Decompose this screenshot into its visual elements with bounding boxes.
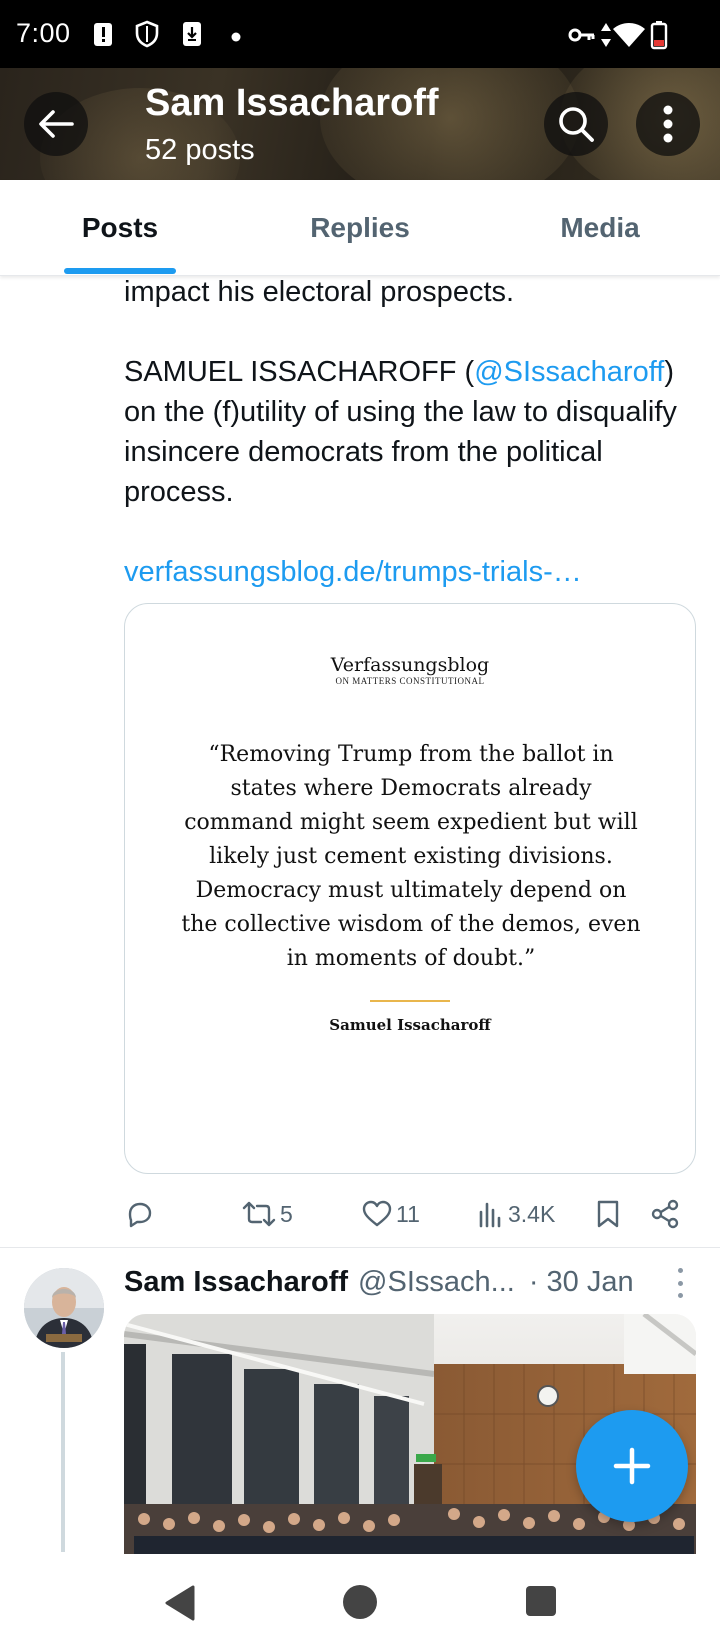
heart-icon xyxy=(362,1200,392,1227)
retweet-count: 5 xyxy=(280,1200,293,1227)
profile-tabs: Posts Replies Media xyxy=(0,180,720,276)
reply-button[interactable] xyxy=(124,1192,158,1236)
tweet-more-button[interactable] xyxy=(672,1268,688,1298)
shield-icon xyxy=(135,20,159,48)
vpn-key-icon xyxy=(568,28,595,42)
tweet-text-line: impact his electoral prospects. xyxy=(124,276,515,308)
tweet-divider xyxy=(0,1247,720,1248)
back-triangle-icon[interactable] xyxy=(163,1584,197,1622)
card-author: Samuel Issacharoff xyxy=(329,1016,491,1034)
search-button[interactable] xyxy=(544,92,608,156)
back-button[interactable] xyxy=(24,92,88,156)
card-quote: “Removing Trump from the ballot in state… xyxy=(181,742,641,971)
card-divider xyxy=(370,1000,450,1002)
views-button[interactable]: 3.4K xyxy=(478,1192,555,1236)
tweet-header: Sam Issacharoff @SIssach... · 30 Jan xyxy=(124,1262,634,1302)
tab-replies[interactable]: Replies xyxy=(240,180,480,276)
profile-name: Sam Issacharoff xyxy=(145,82,439,124)
views-count: 3.4K xyxy=(508,1200,556,1227)
plus-icon xyxy=(613,1447,651,1485)
article-link[interactable]: verfassungsblog.de/trumps-trials-… xyxy=(124,552,704,592)
mention-link[interactable]: @SIssacharoff xyxy=(474,356,664,388)
author-name[interactable]: Sam Issacharoff xyxy=(124,1266,348,1299)
download-icon xyxy=(183,22,201,46)
battery-low-icon xyxy=(650,21,668,50)
bookmark-icon xyxy=(597,1200,619,1228)
more-vertical-icon xyxy=(663,105,673,143)
home-circle-icon[interactable] xyxy=(342,1584,378,1620)
retweet-button[interactable]: 5 xyxy=(242,1192,293,1236)
compose-button[interactable] xyxy=(576,1410,688,1522)
views-chart-icon xyxy=(479,1202,501,1228)
status-bar: 7:00 xyxy=(0,0,720,68)
like-count: 11 xyxy=(396,1200,420,1227)
reply-icon xyxy=(128,1202,152,1228)
system-nav-bar xyxy=(0,1554,720,1650)
share-button[interactable] xyxy=(650,1192,680,1236)
link-preview-card[interactable]: Verfassungsblog ON MATTERS CONSTITUTIONA… xyxy=(124,603,696,1174)
wifi-icon xyxy=(613,23,645,47)
retweet-icon xyxy=(242,1201,276,1227)
card-brand: Verfassungsblog xyxy=(330,654,490,676)
dot-icon xyxy=(231,32,241,42)
author-handle[interactable]: @SIssach... xyxy=(358,1266,515,1299)
avatar[interactable] xyxy=(24,1268,104,1348)
profile-header-banner: Sam Issacharoff 52 posts xyxy=(0,68,720,180)
tab-media[interactable]: Media xyxy=(480,180,720,276)
like-button[interactable]: 11 xyxy=(362,1192,420,1236)
back-arrow-icon xyxy=(39,110,74,138)
share-icon xyxy=(651,1199,679,1229)
card-brand-tagline: ON MATTERS CONSTITUTIONAL xyxy=(335,676,485,686)
status-time: 7:00 xyxy=(16,18,71,48)
search-icon xyxy=(559,107,594,142)
avatar-photo xyxy=(24,1268,104,1348)
post-count: 52 posts xyxy=(145,134,255,166)
alert-icon xyxy=(94,23,112,46)
tweet-text-prefix: SAMUEL ISSACHAROFF ( xyxy=(124,356,475,388)
thread-line xyxy=(61,1352,65,1552)
bookmark-button[interactable] xyxy=(596,1192,620,1236)
more-options-button[interactable] xyxy=(636,92,700,156)
tweet-date: · 30 Jan xyxy=(528,1265,634,1298)
tweet-text-paragraph: SAMUEL ISSACHAROFF (@SIssacharoff) on th… xyxy=(124,352,704,512)
data-arrows-icon xyxy=(601,23,611,47)
tab-posts[interactable]: Posts xyxy=(0,180,240,276)
tweet-actions: 5 11 3.4K xyxy=(0,1192,720,1236)
recents-square-icon[interactable] xyxy=(524,1584,558,1618)
